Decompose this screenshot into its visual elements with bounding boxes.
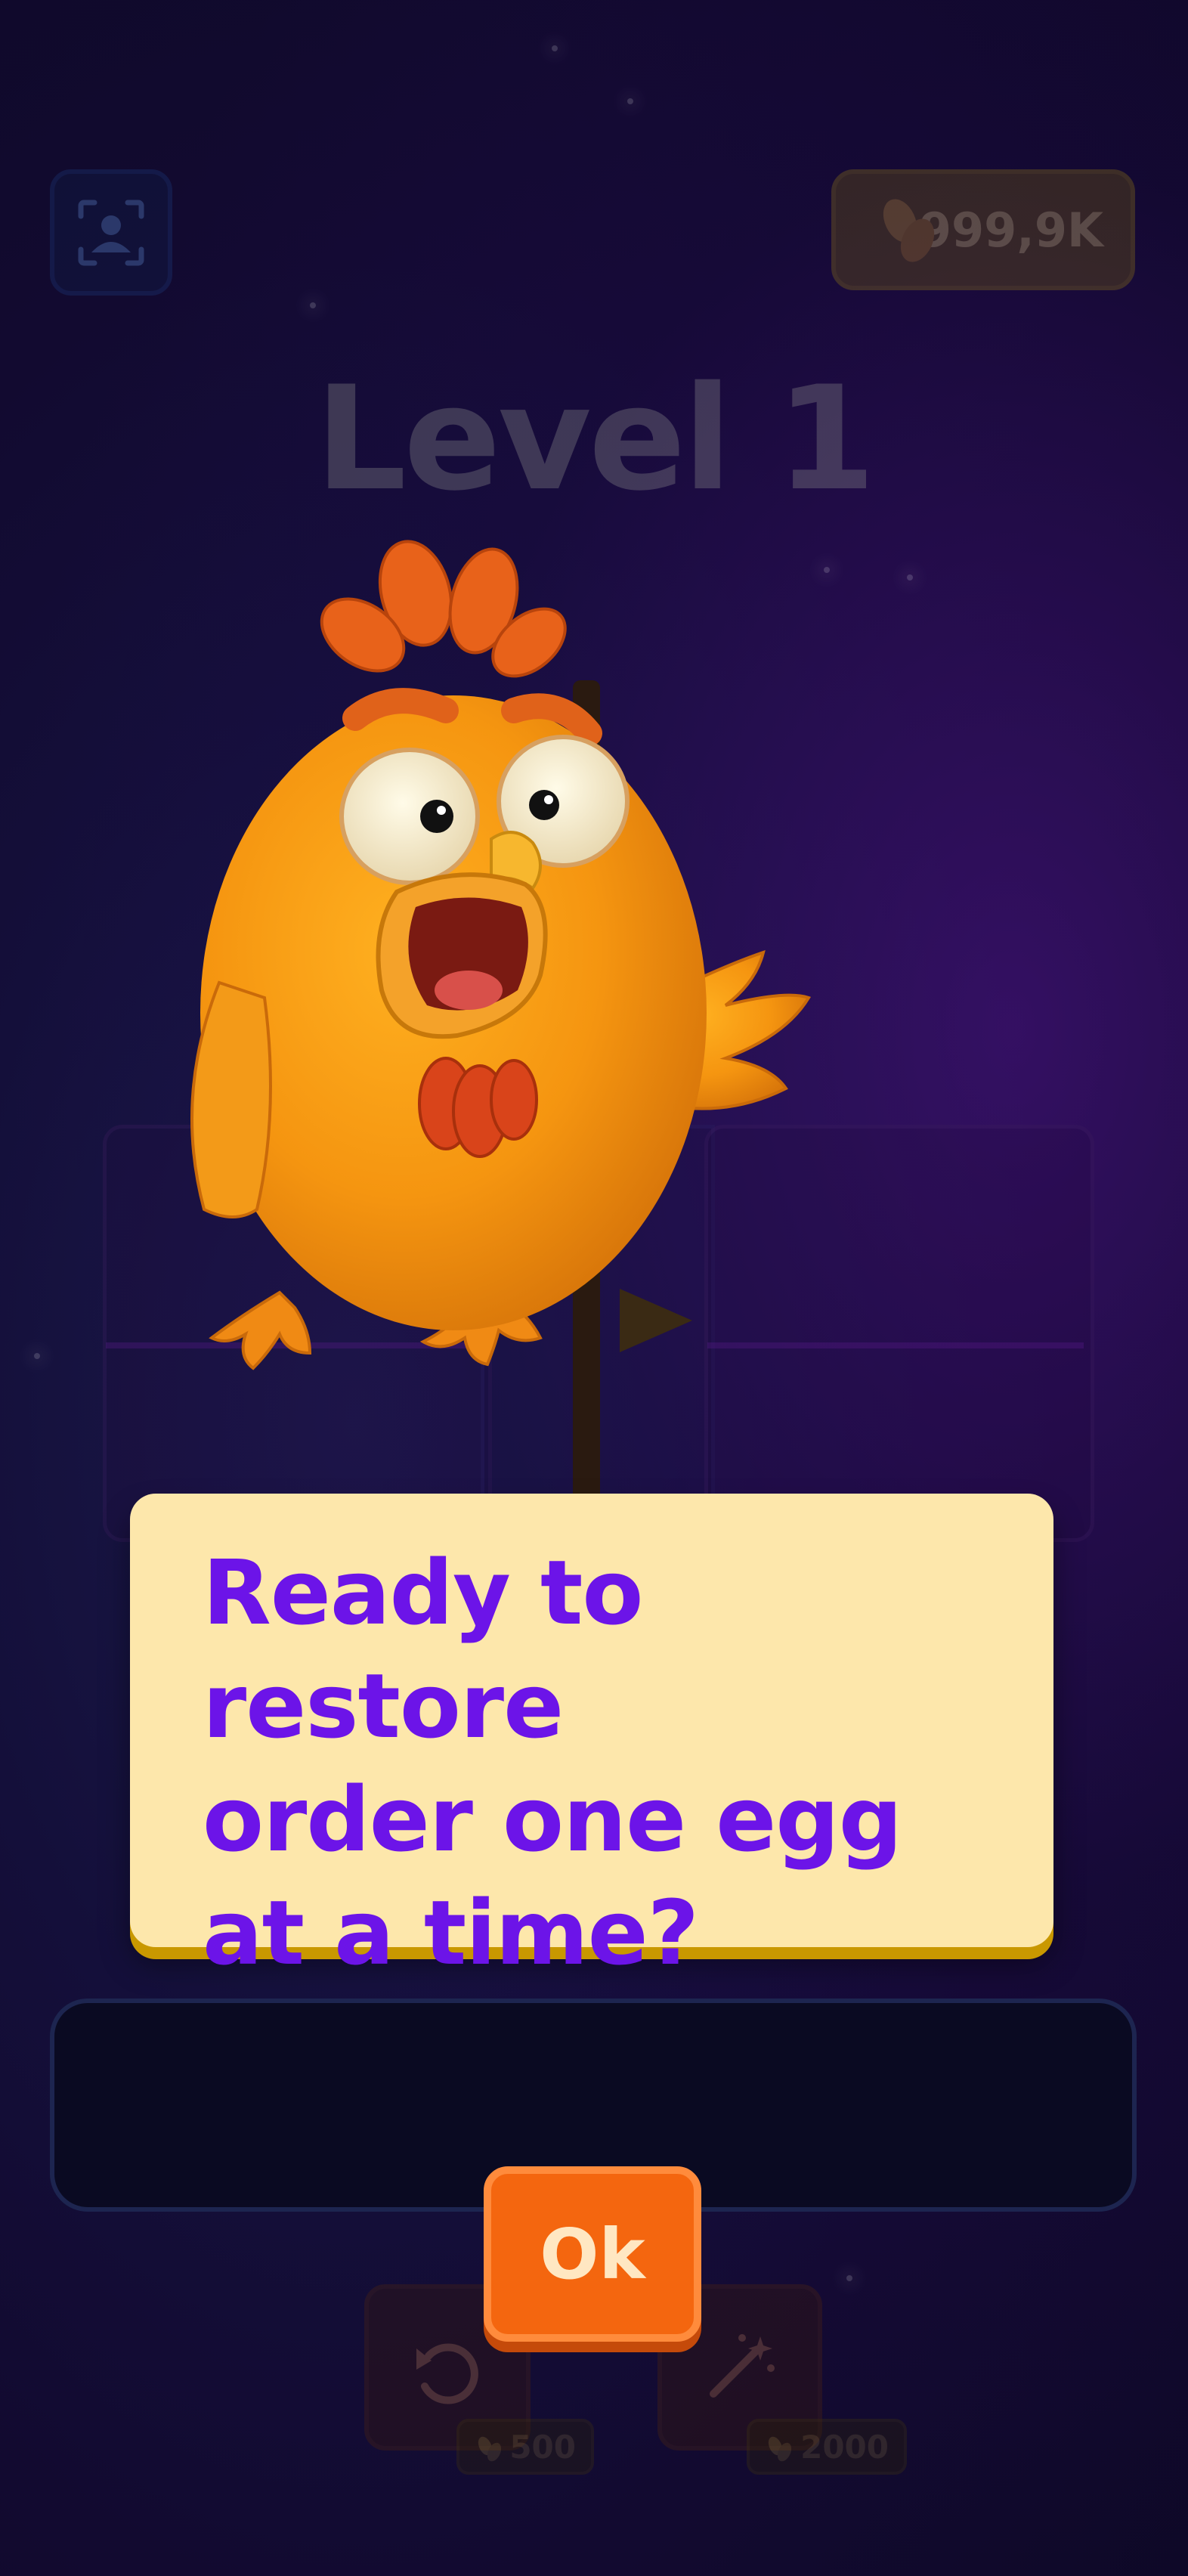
dialog-line: order one egg — [203, 1767, 902, 1872]
ok-button[interactable]: Ok — [484, 2166, 701, 2342]
seeds-icon — [883, 199, 935, 262]
intro-dialog: Ready to restore order one egg at a time… — [130, 1494, 1053, 1985]
background-sparkle — [846, 2275, 852, 2281]
undo-price: 500 — [509, 2428, 576, 2466]
seeds-icon — [478, 2436, 502, 2462]
background-sparkle — [627, 98, 633, 104]
magic-wand-icon — [710, 2334, 775, 2398]
undo-price-tag: 500 — [456, 2419, 594, 2475]
profile-scan-button[interactable] — [50, 169, 172, 296]
background-sparkle — [34, 1353, 40, 1359]
coin-balance[interactable]: 999,9K — [831, 169, 1135, 290]
background-sparkle — [552, 45, 558, 51]
magic-wand-price-tag: 2000 — [747, 2419, 907, 2475]
background-sparkle — [907, 574, 913, 581]
level-title: Level 1 — [314, 355, 876, 522]
dialog-line: at a time? — [203, 1881, 699, 1985]
magic-wand-price: 2000 — [800, 2428, 889, 2466]
ok-button-label: Ok — [540, 2213, 645, 2295]
scared-chicken-mascot — [190, 540, 811, 1370]
dialog-message: Ready to restore order one egg at a time… — [203, 1536, 1019, 1989]
dialog-line: Ready to restore — [203, 1540, 643, 1758]
background-sparkle — [310, 302, 316, 308]
undo-icon — [416, 2343, 478, 2404]
seeds-icon — [768, 2436, 792, 2462]
profile-scan-icon — [78, 200, 144, 265]
